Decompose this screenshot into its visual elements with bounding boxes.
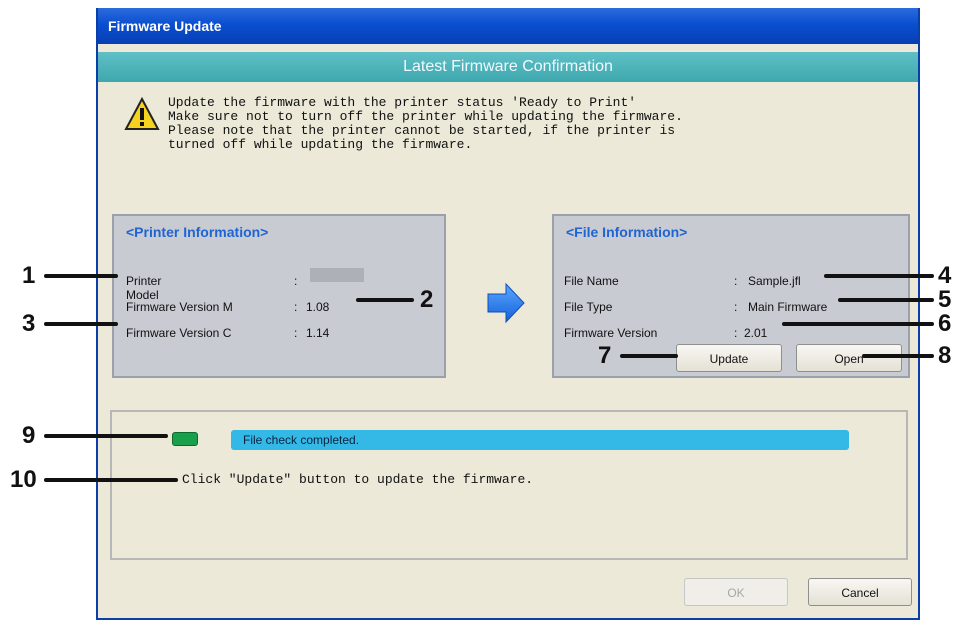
file-name-label: File Name	[564, 274, 619, 288]
warning-line: Make sure not to turn off the printer wh…	[168, 109, 683, 124]
file-information-heading: <File Information>	[566, 224, 688, 240]
update-button[interactable]: Update	[676, 344, 782, 372]
callout-4-leader	[824, 274, 934, 278]
warning-line: Update the firmware with the printer sta…	[168, 95, 637, 110]
callout-9: 9	[22, 422, 36, 449]
file-firmware-version-label: Firmware Version	[564, 326, 658, 340]
callout-9-leader	[44, 434, 168, 438]
callout-6-leader	[782, 322, 934, 326]
callout-7-leader	[620, 354, 678, 358]
callout-2: 2	[420, 286, 434, 313]
confirmation-banner: Latest Firmware Confirmation	[98, 52, 918, 82]
cancel-button[interactable]: Cancel	[808, 578, 912, 606]
status-message: Click "Update" button to update the firm…	[182, 472, 534, 487]
callout-8-leader	[862, 354, 934, 358]
file-check-progress-bar: File check completed.	[231, 430, 849, 450]
callout-1-leader	[44, 274, 118, 278]
callout-6: 6	[938, 310, 952, 337]
callout-2-leader	[356, 298, 414, 302]
warning-icon	[124, 96, 160, 130]
callout-10: 10	[10, 466, 37, 493]
file-type-value: Main Firmware	[748, 300, 828, 314]
printer-information-panel: <Printer Information> Printer Model : Fi…	[112, 214, 446, 378]
arrow-right-icon	[487, 282, 525, 324]
open-button[interactable]: Open	[796, 344, 902, 372]
file-type-label: File Type	[564, 300, 613, 314]
title-bar: Firmware Update	[98, 8, 918, 44]
printer-information-heading: <Printer Information>	[126, 224, 269, 240]
warning-line: Please note that the printer cannot be s…	[168, 123, 676, 138]
firmware-version-c-label: Firmware Version C	[126, 326, 232, 340]
file-firmware-version-value: 2.01	[744, 326, 768, 340]
window-title: Firmware Update	[108, 18, 222, 34]
status-led-indicator	[172, 432, 198, 446]
printer-model-label: Printer Model	[126, 274, 162, 302]
warning-line: turned off while updating the firmware.	[168, 137, 473, 152]
callout-3-leader	[44, 322, 118, 326]
callout-8: 8	[938, 342, 952, 369]
callout-7: 7	[598, 342, 612, 369]
callout-3: 3	[22, 310, 36, 337]
firmware-version-m-label: Firmware Version M	[126, 300, 233, 314]
callout-5-leader	[838, 298, 934, 302]
printer-model-value-redacted	[310, 268, 364, 282]
firmware-version-c-value: 1.14	[306, 326, 330, 340]
firmware-update-window: Firmware Update Latest Firmware Confirma…	[96, 8, 920, 620]
ok-button[interactable]: OK	[684, 578, 788, 606]
firmware-version-m-value: 1.08	[306, 300, 330, 314]
banner-title: Latest Firmware Confirmation	[403, 58, 613, 75]
callout-10-leader	[44, 478, 178, 482]
callout-1: 1	[22, 262, 36, 289]
warning-message: Update the firmware with the printer sta…	[168, 96, 908, 152]
file-name-value: Sample.jfl	[748, 274, 801, 288]
